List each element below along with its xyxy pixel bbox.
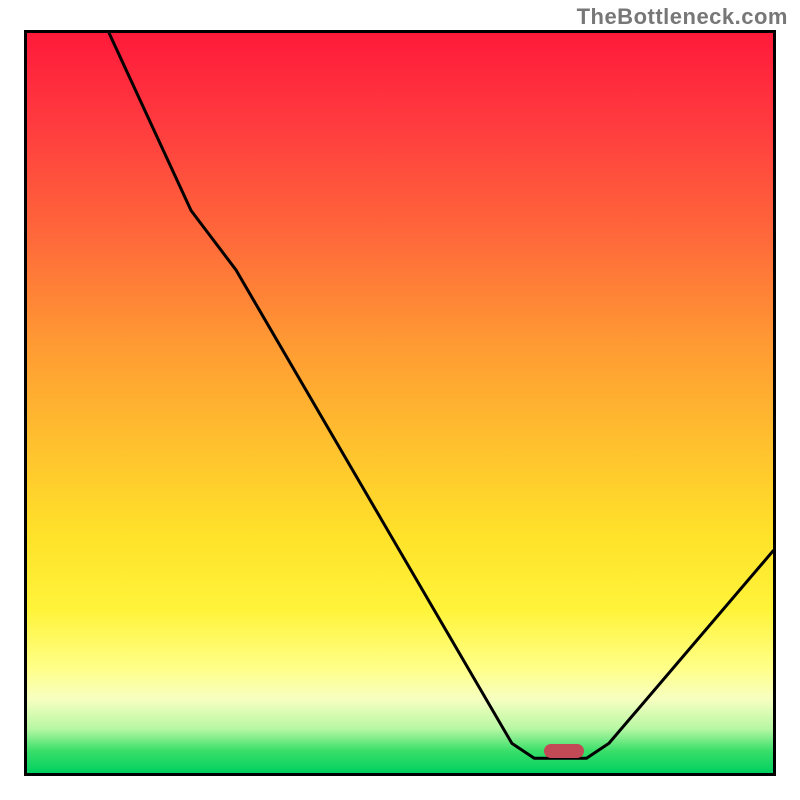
line-curve	[27, 33, 773, 773]
chart-container: TheBottleneck.com	[0, 0, 800, 800]
plot-area	[24, 30, 776, 776]
optimum-marker	[544, 744, 584, 758]
watermark-text: TheBottleneck.com	[577, 4, 788, 30]
curve-path	[109, 33, 773, 758]
